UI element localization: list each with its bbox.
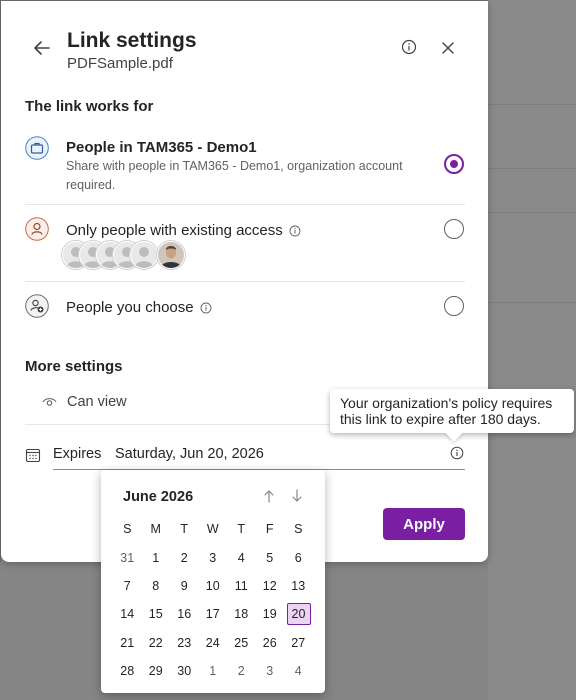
date-picker: June 2026 S M T W T F S 31 1 2 3 4 5 6 7…: [101, 470, 325, 693]
option-description: Share with people in TAM365 - Demo1, org…: [66, 159, 403, 192]
calendar-month: June 2026: [123, 489, 194, 505]
calendar-day[interactable]: 21: [113, 632, 142, 654]
calendar-day[interactable]: 1: [142, 547, 171, 569]
week-row: 14 15 16 17 18 19 20: [113, 600, 323, 628]
option-people-you-choose[interactable]: People you choose: [25, 294, 465, 324]
option-title: People in TAM365 - Demo1: [66, 139, 257, 156]
calendar-day[interactable]: 9: [170, 575, 199, 597]
expires-label: Expires: [53, 446, 102, 462]
radio-unselected[interactable]: [444, 296, 464, 316]
calendar-day[interactable]: 15: [142, 603, 171, 625]
weekday-label: F: [265, 522, 274, 537]
calendar-day[interactable]: 19: [256, 603, 285, 625]
weekday-label: T: [237, 522, 246, 537]
close-icon[interactable]: [441, 41, 455, 55]
calendar-day[interactable]: 30: [170, 660, 199, 682]
calendar-day[interactable]: 8: [142, 575, 171, 597]
week-row: 31 1 2 3 4 5 6: [113, 543, 323, 571]
expiration-date[interactable]: Saturday, Jun 20, 2026: [115, 446, 264, 462]
people-add-icon: [25, 294, 49, 318]
week-row: 21 22 23 24 25 26 27: [113, 629, 323, 657]
calendar-day[interactable]: 23: [170, 632, 199, 654]
calendar-day[interactable]: 26: [256, 632, 285, 654]
week-row: 7 8 9 10 11 12 13: [113, 572, 323, 600]
calendar-day-selected[interactable]: 20: [286, 603, 311, 626]
radio-unselected[interactable]: [444, 219, 464, 239]
info-icon[interactable]: [401, 39, 417, 55]
info-icon[interactable]: [200, 302, 212, 314]
calendar-day[interactable]: 5: [256, 547, 285, 569]
calendar-day[interactable]: 7: [113, 575, 142, 597]
calendar-day[interactable]: 10: [199, 575, 228, 597]
weekday-label: W: [206, 522, 219, 537]
calendar-day[interactable]: 18: [227, 603, 256, 625]
weekday-label: S: [294, 522, 303, 537]
radio-selected[interactable]: [444, 154, 464, 174]
divider: [25, 281, 465, 282]
divider: [25, 204, 465, 205]
weekday-label: M: [150, 522, 161, 537]
calendar-grid: S M T W T F S 31 1 2 3 4 5 6 7 8 9 10 11…: [113, 515, 323, 685]
permission-label: Can view: [67, 394, 127, 410]
next-month-arrow-icon[interactable]: [291, 489, 303, 503]
expires-field[interactable]: Expires Saturday, Jun 20, 2026: [25, 441, 465, 471]
expiration-policy-tooltip: Your organization's policy requires this…: [330, 389, 574, 433]
calendar-day[interactable]: 24: [199, 632, 228, 654]
calendar-day[interactable]: 22: [142, 632, 171, 654]
file-name: PDFSample.pdf: [67, 55, 173, 72]
calendar-day[interactable]: 16: [170, 603, 199, 625]
link-works-for-label: The link works for: [25, 98, 154, 115]
back-arrow-icon[interactable]: [31, 37, 53, 59]
calendar-day[interactable]: 11: [227, 575, 256, 597]
info-icon[interactable]: [450, 446, 464, 460]
more-settings-label: More settings: [25, 358, 123, 375]
person-icon: [25, 217, 49, 241]
calendar-day[interactable]: 1: [199, 660, 228, 682]
calendar-day[interactable]: 4: [284, 660, 313, 682]
weekday-label: T: [180, 522, 189, 537]
calendar-day[interactable]: 14: [113, 603, 142, 625]
calendar-day[interactable]: 25: [227, 632, 256, 654]
apply-button[interactable]: Apply: [383, 508, 465, 540]
avatar-group: [62, 241, 192, 269]
calendar-day[interactable]: 12: [256, 575, 285, 597]
previous-month-arrow-icon[interactable]: [263, 489, 275, 503]
dialog-title: Link settings: [67, 29, 197, 52]
background-panel: [488, 0, 576, 700]
calendar-day[interactable]: 6: [284, 547, 313, 569]
calendar-day[interactable]: 4: [227, 547, 256, 569]
calendar-day[interactable]: 13: [284, 575, 313, 597]
calendar-day[interactable]: 31: [113, 547, 142, 569]
calendar-day[interactable]: 2: [227, 660, 256, 682]
weekday-header-row: S M T W T F S: [113, 515, 323, 543]
calendar-day[interactable]: 3: [256, 660, 285, 682]
option-title: People you choose: [66, 299, 194, 316]
calendar-icon: [25, 448, 41, 463]
calendar-day[interactable]: 29: [142, 660, 171, 682]
option-title: Only people with existing access: [66, 222, 283, 239]
calendar-day[interactable]: 17: [199, 603, 228, 625]
calendar-day[interactable]: 2: [170, 547, 199, 569]
calendar-day[interactable]: 27: [284, 632, 313, 654]
week-row: 28 29 30 1 2 3 4: [113, 657, 323, 685]
option-people-in-org[interactable]: People in TAM365 - Demo1 Share with peop…: [25, 136, 465, 196]
briefcase-icon: [25, 136, 49, 160]
avatar-photo: [157, 241, 185, 269]
weekday-label: S: [123, 522, 132, 537]
info-icon[interactable]: [289, 225, 301, 237]
eye-icon: [42, 398, 57, 406]
calendar-day[interactable]: 28: [113, 660, 142, 682]
avatar: [130, 241, 158, 269]
calendar-day[interactable]: 3: [199, 547, 228, 569]
